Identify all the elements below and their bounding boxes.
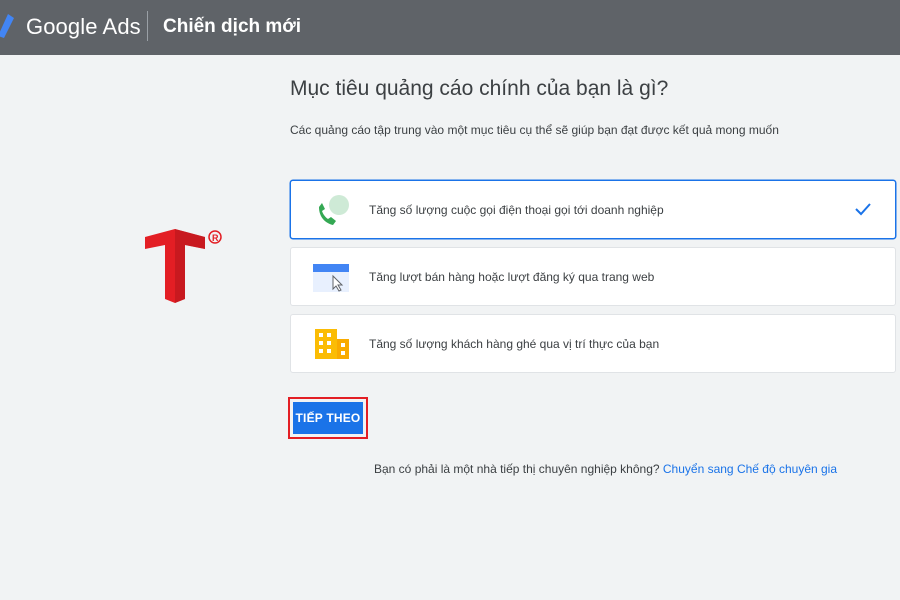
building-icon bbox=[315, 329, 349, 359]
goal-subheading: Các quảng cáo tập trung vào một mục tiêu… bbox=[290, 123, 779, 137]
top-app-bar: Google Ads Chiến dịch mới bbox=[0, 0, 900, 55]
header-divider bbox=[147, 11, 148, 41]
phone-call-icon bbox=[319, 195, 349, 225]
goal-option-store-visits[interactable]: Tăng số lượng khách hàng ghé qua vị trí … bbox=[290, 314, 896, 373]
expert-mode-question: Bạn có phải là một nhà tiếp thị chuyên n… bbox=[374, 462, 660, 476]
goal-option-phone-calls[interactable]: Tăng số lượng cuộc gọi điện thoại gọi tớ… bbox=[290, 180, 896, 239]
goal-option-website-sales[interactable]: Tăng lượt bán hàng hoặc lượt đăng ký qua… bbox=[290, 247, 896, 306]
goal-option-label: Tăng lượt bán hàng hoặc lượt đăng ký qua… bbox=[369, 270, 655, 284]
google-ads-logo-icon[interactable] bbox=[0, 12, 14, 38]
page-title: Chiến dịch mới bbox=[163, 16, 302, 37]
browser-cursor-icon bbox=[313, 264, 349, 292]
next-button-highlight: TIẾP THEO bbox=[288, 397, 368, 439]
watermark-logo-icon: R bbox=[145, 229, 222, 303]
goal-option-label: Tăng số lượng cuộc gọi điện thoại gọi tớ… bbox=[369, 203, 664, 217]
goal-option-label: Tăng số lượng khách hàng ghé qua vị trí … bbox=[369, 337, 660, 351]
goal-heading: Mục tiêu quảng cáo chính của bạn là gì? bbox=[290, 77, 669, 100]
expert-mode-note: Bạn có phải là một nhà tiếp thị chuyên n… bbox=[374, 462, 837, 476]
app-brand[interactable]: Google Ads bbox=[26, 14, 141, 40]
switch-to-expert-mode-link[interactable]: Chuyển sang Chế độ chuyên gia bbox=[663, 462, 837, 476]
svg-text:R: R bbox=[212, 233, 219, 243]
check-icon bbox=[855, 203, 871, 216]
next-button[interactable]: TIẾP THEO bbox=[293, 402, 363, 434]
